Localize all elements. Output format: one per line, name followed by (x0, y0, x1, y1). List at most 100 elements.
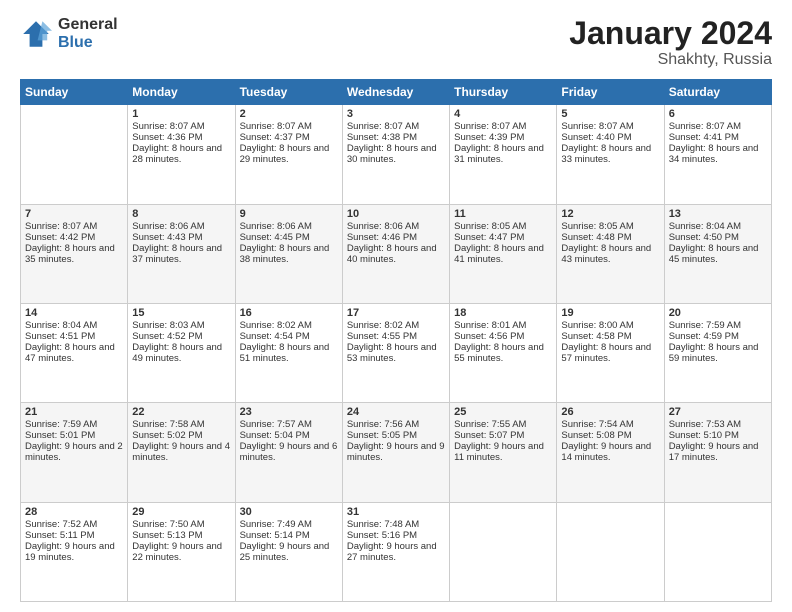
sunset-text: Sunset: 5:14 PM (240, 530, 310, 541)
calendar-cell: 24Sunrise: 7:56 AMSunset: 5:05 PMDayligh… (342, 403, 449, 502)
day-number: 27 (669, 406, 767, 418)
day-number: 25 (454, 406, 552, 418)
sunset-text: Sunset: 4:51 PM (25, 331, 95, 342)
col-thursday: Thursday (450, 80, 557, 105)
sunrise-text: Sunrise: 7:56 AM (347, 419, 419, 430)
sunrise-text: Sunrise: 7:59 AM (25, 419, 97, 430)
day-number: 9 (240, 208, 338, 220)
calendar-cell (450, 502, 557, 601)
logo-text: General Blue (58, 16, 118, 51)
day-number: 17 (347, 307, 445, 319)
daylight-text: Daylight: 8 hours and 28 minutes. (132, 143, 222, 165)
calendar-cell: 16Sunrise: 8:02 AMSunset: 4:54 PMDayligh… (235, 303, 342, 402)
sunrise-text: Sunrise: 8:00 AM (561, 320, 633, 331)
sunrise-text: Sunrise: 7:58 AM (132, 419, 204, 430)
calendar-cell: 9Sunrise: 8:06 AMSunset: 4:45 PMDaylight… (235, 204, 342, 303)
sunset-text: Sunset: 4:58 PM (561, 331, 631, 342)
sunset-text: Sunset: 4:40 PM (561, 132, 631, 143)
daylight-text: Daylight: 8 hours and 41 minutes. (454, 243, 544, 265)
sunrise-text: Sunrise: 8:04 AM (669, 221, 741, 232)
daylight-text: Daylight: 9 hours and 11 minutes. (454, 441, 544, 463)
calendar-cell: 11Sunrise: 8:05 AMSunset: 4:47 PMDayligh… (450, 204, 557, 303)
day-number: 16 (240, 307, 338, 319)
sunrise-text: Sunrise: 8:02 AM (240, 320, 312, 331)
daylight-text: Daylight: 8 hours and 53 minutes. (347, 342, 437, 364)
sunrise-text: Sunrise: 8:04 AM (25, 320, 97, 331)
calendar-cell: 5Sunrise: 8:07 AMSunset: 4:40 PMDaylight… (557, 105, 664, 204)
day-number: 28 (25, 506, 123, 518)
daylight-text: Daylight: 8 hours and 34 minutes. (669, 143, 759, 165)
daylight-text: Daylight: 8 hours and 51 minutes. (240, 342, 330, 364)
sunset-text: Sunset: 4:50 PM (669, 232, 739, 243)
title-location: Shakhty, Russia (569, 51, 772, 69)
calendar-cell: 10Sunrise: 8:06 AMSunset: 4:46 PMDayligh… (342, 204, 449, 303)
sunset-text: Sunset: 4:38 PM (347, 132, 417, 143)
calendar-cell: 3Sunrise: 8:07 AMSunset: 4:38 PMDaylight… (342, 105, 449, 204)
day-number: 21 (25, 406, 123, 418)
calendar-cell: 30Sunrise: 7:49 AMSunset: 5:14 PMDayligh… (235, 502, 342, 601)
sunrise-text: Sunrise: 7:55 AM (454, 419, 526, 430)
calendar-cell: 21Sunrise: 7:59 AMSunset: 5:01 PMDayligh… (21, 403, 128, 502)
calendar-cell (557, 502, 664, 601)
calendar-cell: 13Sunrise: 8:04 AMSunset: 4:50 PMDayligh… (664, 204, 771, 303)
daylight-text: Daylight: 9 hours and 9 minutes. (347, 441, 445, 463)
sunset-text: Sunset: 4:37 PM (240, 132, 310, 143)
daylight-text: Daylight: 8 hours and 30 minutes. (347, 143, 437, 165)
daylight-text: Daylight: 8 hours and 40 minutes. (347, 243, 437, 265)
sunrise-text: Sunrise: 7:54 AM (561, 419, 633, 430)
sunset-text: Sunset: 5:05 PM (347, 430, 417, 441)
page: General Blue January 2024 Shakhty, Russi… (0, 0, 792, 612)
sunrise-text: Sunrise: 7:50 AM (132, 519, 204, 530)
day-number: 11 (454, 208, 552, 220)
title-block: January 2024 Shakhty, Russia (569, 16, 772, 69)
daylight-text: Daylight: 8 hours and 59 minutes. (669, 342, 759, 364)
day-number: 5 (561, 108, 659, 120)
day-number: 22 (132, 406, 230, 418)
sunrise-text: Sunrise: 8:07 AM (669, 121, 741, 132)
daylight-text: Daylight: 9 hours and 27 minutes. (347, 541, 437, 563)
calendar-cell: 4Sunrise: 8:07 AMSunset: 4:39 PMDaylight… (450, 105, 557, 204)
calendar-cell: 20Sunrise: 7:59 AMSunset: 4:59 PMDayligh… (664, 303, 771, 402)
sunrise-text: Sunrise: 8:02 AM (347, 320, 419, 331)
calendar-week-3: 14Sunrise: 8:04 AMSunset: 4:51 PMDayligh… (21, 303, 772, 402)
day-number: 31 (347, 506, 445, 518)
logo: General Blue (20, 16, 118, 51)
calendar-cell: 23Sunrise: 7:57 AMSunset: 5:04 PMDayligh… (235, 403, 342, 502)
col-friday: Friday (557, 80, 664, 105)
day-number: 4 (454, 108, 552, 120)
daylight-text: Daylight: 9 hours and 4 minutes. (132, 441, 230, 463)
calendar-week-5: 28Sunrise: 7:52 AMSunset: 5:11 PMDayligh… (21, 502, 772, 601)
sunrise-text: Sunrise: 8:07 AM (347, 121, 419, 132)
sunrise-text: Sunrise: 7:49 AM (240, 519, 312, 530)
daylight-text: Daylight: 8 hours and 45 minutes. (669, 243, 759, 265)
daylight-text: Daylight: 8 hours and 29 minutes. (240, 143, 330, 165)
daylight-text: Daylight: 8 hours and 38 minutes. (240, 243, 330, 265)
calendar-week-4: 21Sunrise: 7:59 AMSunset: 5:01 PMDayligh… (21, 403, 772, 502)
col-saturday: Saturday (664, 80, 771, 105)
day-number: 1 (132, 108, 230, 120)
calendar-cell: 26Sunrise: 7:54 AMSunset: 5:08 PMDayligh… (557, 403, 664, 502)
calendar-cell: 7Sunrise: 8:07 AMSunset: 4:42 PMDaylight… (21, 204, 128, 303)
sunrise-text: Sunrise: 7:52 AM (25, 519, 97, 530)
daylight-text: Daylight: 8 hours and 33 minutes. (561, 143, 651, 165)
sunrise-text: Sunrise: 8:06 AM (347, 221, 419, 232)
sunset-text: Sunset: 4:54 PM (240, 331, 310, 342)
sunset-text: Sunset: 5:13 PM (132, 530, 202, 541)
calendar-cell: 25Sunrise: 7:55 AMSunset: 5:07 PMDayligh… (450, 403, 557, 502)
sunrise-text: Sunrise: 8:06 AM (240, 221, 312, 232)
sunset-text: Sunset: 4:52 PM (132, 331, 202, 342)
calendar-cell: 2Sunrise: 8:07 AMSunset: 4:37 PMDaylight… (235, 105, 342, 204)
daylight-text: Daylight: 8 hours and 55 minutes. (454, 342, 544, 364)
sunset-text: Sunset: 5:02 PM (132, 430, 202, 441)
daylight-text: Daylight: 9 hours and 17 minutes. (669, 441, 759, 463)
day-number: 20 (669, 307, 767, 319)
daylight-text: Daylight: 8 hours and 35 minutes. (25, 243, 115, 265)
day-number: 18 (454, 307, 552, 319)
calendar-cell: 6Sunrise: 8:07 AMSunset: 4:41 PMDaylight… (664, 105, 771, 204)
calendar-cell: 17Sunrise: 8:02 AMSunset: 4:55 PMDayligh… (342, 303, 449, 402)
calendar-cell: 31Sunrise: 7:48 AMSunset: 5:16 PMDayligh… (342, 502, 449, 601)
daylight-text: Daylight: 9 hours and 2 minutes. (25, 441, 123, 463)
sunset-text: Sunset: 5:04 PM (240, 430, 310, 441)
daylight-text: Daylight: 8 hours and 37 minutes. (132, 243, 222, 265)
sunset-text: Sunset: 5:16 PM (347, 530, 417, 541)
